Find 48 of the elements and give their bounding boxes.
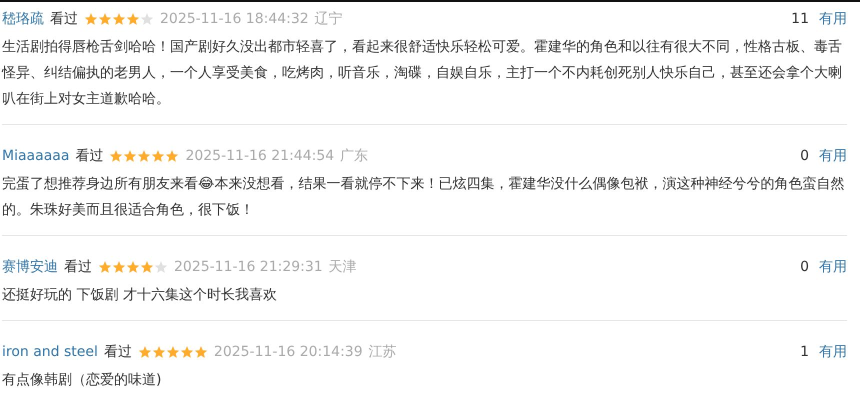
star-icon: [165, 149, 180, 163]
user-name-link[interactable]: iron and steel: [2, 341, 98, 363]
user-name-link[interactable]: 嵇珞疏: [2, 8, 44, 30]
watch-status: 看过: [75, 147, 104, 166]
useful-link[interactable]: 有用: [819, 256, 847, 278]
vote-count: 0: [800, 258, 809, 277]
watch-status: 看过: [50, 10, 78, 29]
star-icon: [180, 345, 194, 359]
star-icon: [109, 149, 124, 163]
comment-time: 2025-11-16 21:44:54: [185, 147, 334, 166]
watch-status: 看过: [64, 258, 92, 277]
vote-count: 11: [791, 10, 809, 29]
comment-time: 2025-11-16 20:14:39: [214, 343, 363, 362]
comment-time: 2025-11-16 21:29:31: [174, 258, 323, 277]
useful-link[interactable]: 有用: [819, 8, 847, 30]
star-icon: [140, 260, 154, 274]
region-label: 天津: [328, 258, 357, 277]
star-icon: [123, 149, 138, 163]
star-icon: [138, 345, 152, 359]
user-name-link[interactable]: 赛博安迪: [2, 256, 58, 278]
star-icon: [152, 345, 166, 359]
useful-link[interactable]: 有用: [819, 341, 847, 363]
star-icon: [151, 149, 166, 163]
star-icon: [112, 260, 126, 274]
comment-text: 还挺好玩的 下饭剧 才十六集这个时长我喜欢: [2, 286, 278, 305]
comment-text: 完蛋了想推荐身边所有朋友来看😂本来没想看，结果一看就停不下来！已炫四集，霍建华没什么偶像包袱，演这种神经兮兮的角色蛮自然的。朱珠好美而且很适合角色，很下饭！: [2, 175, 846, 220]
star-icon: [98, 12, 112, 26]
region-label: 江苏: [368, 343, 397, 362]
star-icon: [194, 345, 208, 359]
star-icon: [126, 12, 140, 26]
region-label: 辽宁: [314, 10, 343, 29]
star-icon: [140, 12, 154, 26]
comment-text: 生活剧拍得唇枪舌剑哈哈！国产剧好久没出都市轻喜了，看起来很舒适快乐轻松可爱。霍建华的角色和以往有很大不同，性格古板、毒舌怪异、纠结偏执的老男人，一个人享受美食，吃烤肉，听音乐，淘碟，自娱自乐，主打一个不内耗创死别人快乐自己，甚至还会拿个大喇叭在街上对女主道歉哈哈。: [2, 38, 843, 109]
star-icon: [137, 149, 152, 163]
star-icon: [84, 12, 98, 26]
user-name-link[interactable]: Miaaaaaa: [2, 145, 70, 167]
star-icon: [166, 345, 180, 359]
comment-text: 有点像韩剧（恋爱的味道): [2, 371, 162, 390]
region-label: 广东: [340, 147, 368, 166]
watch-status: 看过: [104, 343, 132, 362]
useful-link[interactable]: 有用: [819, 145, 847, 167]
star-icon: [126, 260, 140, 274]
comment-time: 2025-11-16 18:44:32: [160, 10, 309, 29]
vote-count: 0: [800, 147, 809, 166]
star-icon: [98, 260, 112, 274]
star-icon: [154, 260, 168, 274]
vote-count: 1: [800, 343, 809, 362]
star-icon: [112, 12, 126, 26]
